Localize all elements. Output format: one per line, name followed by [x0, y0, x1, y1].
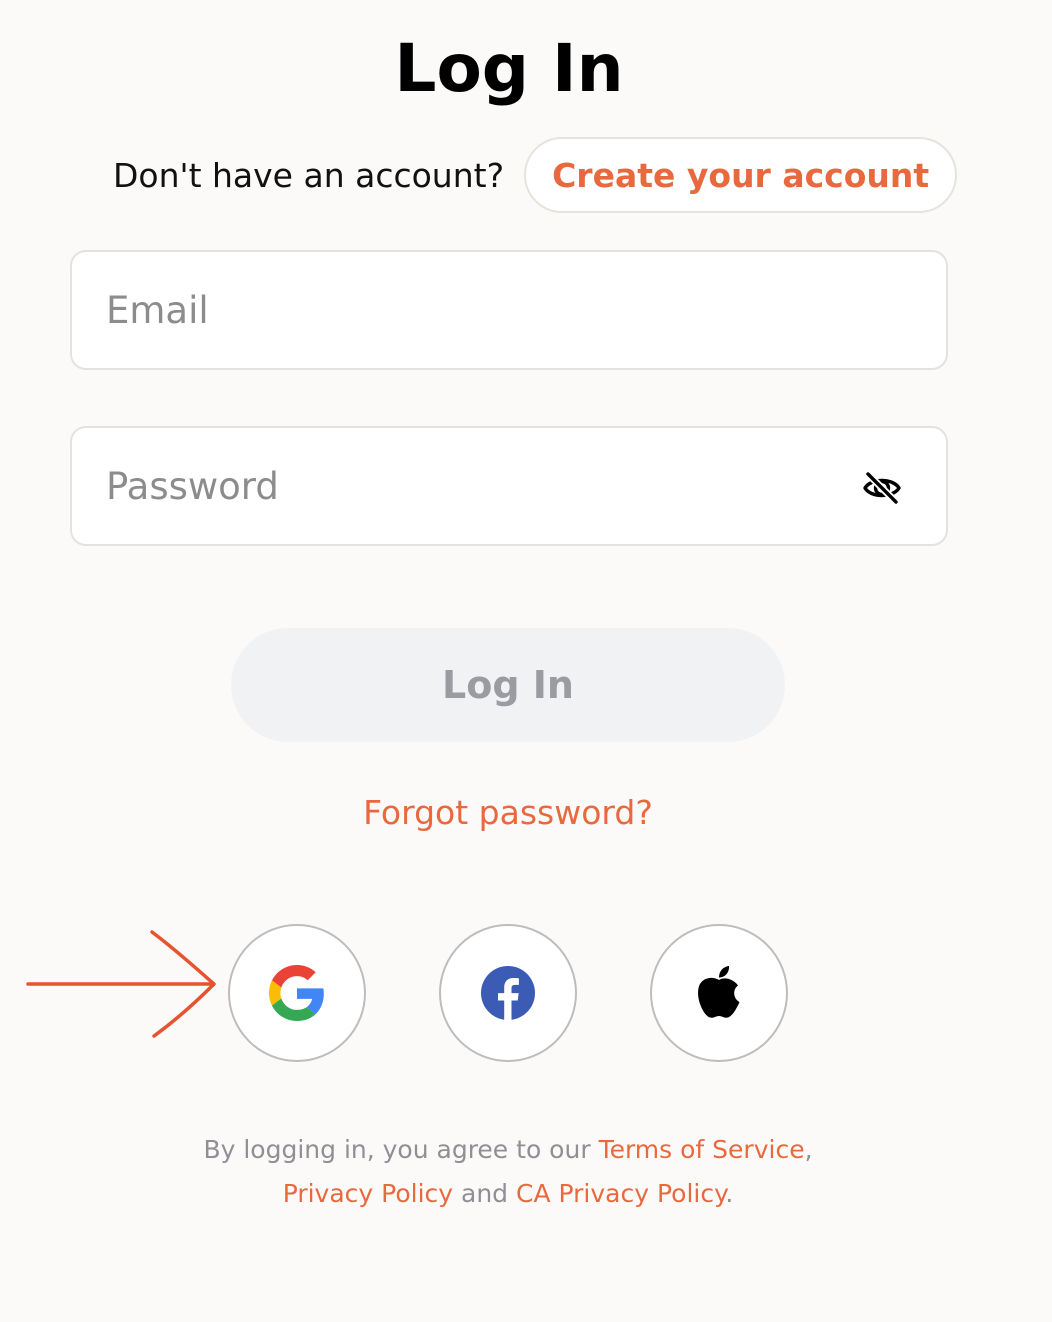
- privacy-policy-link[interactable]: Privacy Policy: [283, 1179, 453, 1208]
- create-account-button[interactable]: Create your account: [524, 137, 958, 213]
- legal-notice: By logging in, you agree to our Terms of…: [0, 1128, 1016, 1216]
- legal-and: and: [461, 1179, 509, 1208]
- terms-of-service-link[interactable]: Terms of Service: [599, 1135, 805, 1164]
- password-input[interactable]: [72, 428, 946, 544]
- forgot-password-link[interactable]: Forgot password?: [0, 793, 1016, 832]
- apple-login-button[interactable]: [650, 924, 788, 1062]
- legal-comma: ,: [804, 1135, 813, 1164]
- apple-icon: [698, 966, 740, 1018]
- password-field-container: [70, 426, 948, 546]
- facebook-icon: [481, 966, 535, 1021]
- email-field-container: [70, 250, 948, 370]
- signup-prompt: Don't have an account?: [113, 155, 505, 195]
- google-login-button[interactable]: [228, 924, 366, 1062]
- google-icon: [269, 965, 324, 1021]
- page-title: Log In: [394, 30, 624, 107]
- facebook-login-button[interactable]: [439, 924, 577, 1062]
- legal-period: .: [725, 1179, 734, 1208]
- signup-row: Don't have an account? Create your accou…: [113, 136, 958, 214]
- annotation-arrow-icon: [26, 930, 216, 1038]
- legal-prefix: By logging in, you agree to our: [203, 1135, 591, 1164]
- eye-off-icon[interactable]: [862, 470, 902, 506]
- login-button[interactable]: Log In: [231, 628, 785, 742]
- email-input[interactable]: [72, 252, 946, 368]
- ca-privacy-policy-link[interactable]: CA Privacy Policy: [516, 1179, 725, 1208]
